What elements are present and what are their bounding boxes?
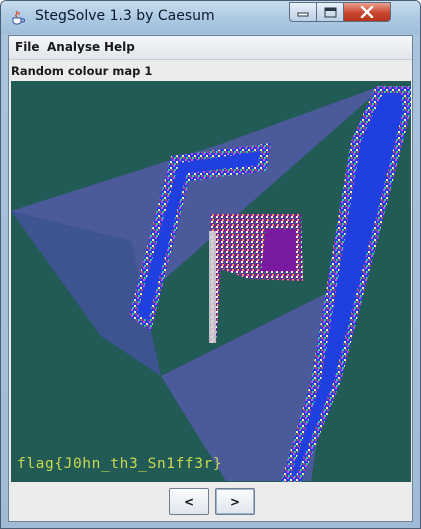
title-bar[interactable]: StegSolve 1.3 by Caesum	[1, 1, 420, 34]
minimize-icon	[297, 12, 309, 17]
window-title: StegSolve 1.3 by Caesum	[35, 8, 215, 24]
stego-image	[11, 81, 411, 482]
menu-file[interactable]: File	[15, 40, 40, 54]
menu-help[interactable]: Help	[104, 40, 135, 54]
close-icon	[360, 6, 374, 18]
maximize-icon	[324, 7, 336, 17]
minimize-button[interactable]	[289, 2, 317, 22]
hidden-flag-text: flag{J0hn_th3_Sn1ff3r}	[17, 456, 223, 472]
java-cup-icon	[12, 10, 25, 25]
menu-analyse[interactable]: Analyse	[47, 40, 100, 54]
maximize-button[interactable]	[317, 2, 344, 22]
panel-label: Random colour map 1	[11, 64, 153, 78]
client-area: File Analyse Help Random colour map 1 fl…	[8, 35, 413, 522]
menu-bar: File Analyse Help	[9, 36, 412, 60]
stegsolve-window: StegSolve 1.3 by Caesum File Analyse Hel…	[0, 0, 421, 529]
next-plane-button[interactable]: >	[215, 488, 255, 515]
image-preview: flag{J0hn_th3_Sn1ff3r}	[11, 81, 411, 482]
previous-plane-button[interactable]: <	[169, 488, 209, 515]
close-button[interactable]	[344, 2, 391, 22]
